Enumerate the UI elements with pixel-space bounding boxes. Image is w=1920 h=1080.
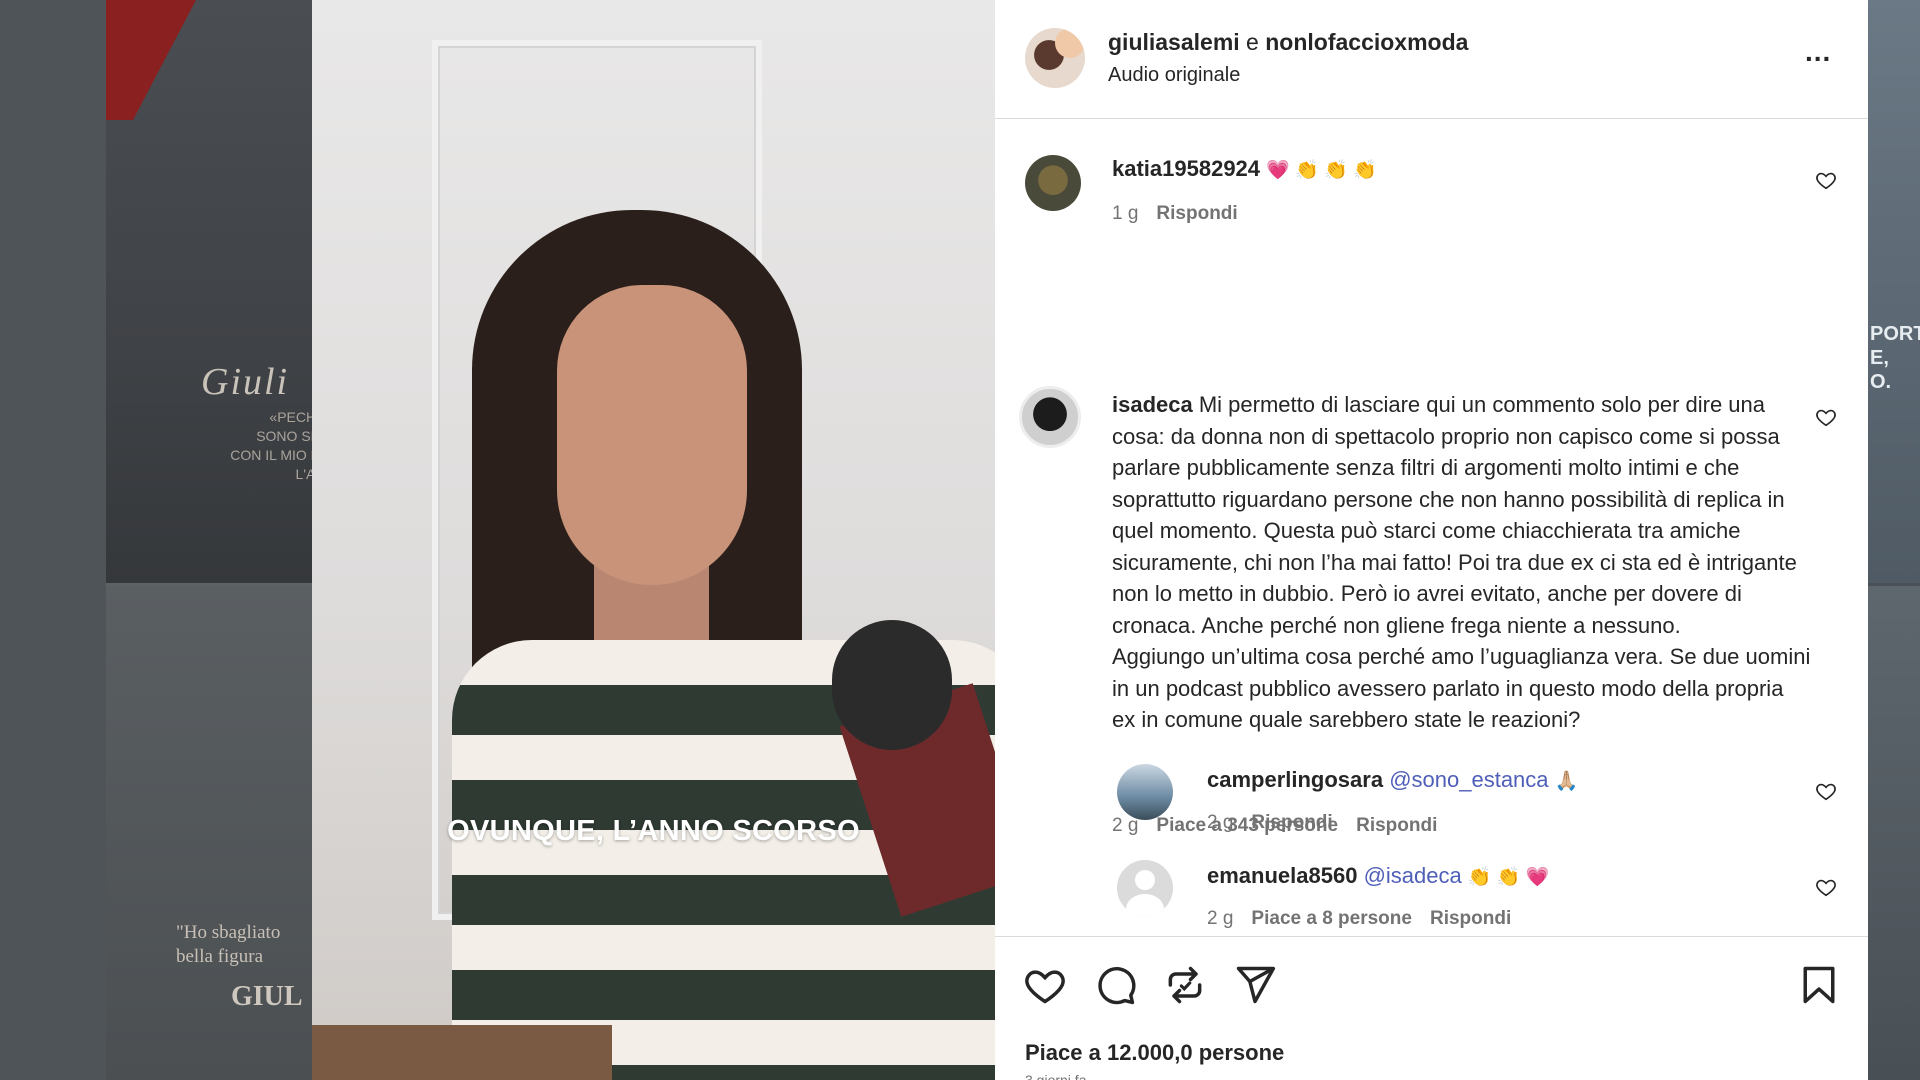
commenter-avatar[interactable] — [1117, 764, 1173, 820]
background-tile-name: GIUL — [231, 981, 303, 1012]
comment-text-continued: Aggiungo un’ultima cosa perché amo l’ugu… — [1112, 644, 1811, 732]
author-joiner: e — [1239, 29, 1266, 55]
background-red-shape — [106, 0, 196, 120]
comment-meta: 2 g Piace a 8 persone Rispondi — [1207, 908, 1529, 930]
commenter-username[interactable]: camperlingosara — [1207, 767, 1383, 792]
reply-button[interactable]: Rispondi — [1156, 203, 1237, 224]
comment-likes[interactable]: Piace a 8 persone — [1251, 908, 1412, 929]
video-book — [312, 1025, 612, 1080]
comment-mention[interactable]: @sono_estanca — [1389, 767, 1548, 792]
video-caption: OVUNQUE, L’ANNO SCORSO — [447, 815, 860, 847]
background-tile-text: «PECHINO SONO SEMP CON IL MIO POD L'ANIM — [230, 409, 312, 482]
comment-emoji: 🙏🏼 — [1554, 771, 1579, 792]
comment-meta: 1 g Rispondi — [1112, 203, 1256, 225]
background-tile-quote: "Ho sbagliato bella figura — [176, 922, 281, 967]
background-right-tile — [1868, 0, 1920, 583]
post-header: giuliasalemi e nonlofaccioxmoda Audio or… — [995, 0, 1868, 119]
commenter-avatar[interactable] — [1019, 386, 1081, 448]
bookmark-icon[interactable] — [1797, 963, 1841, 1007]
background-tile-title: Giuli — [201, 361, 290, 403]
audio-label[interactable]: Audio originale — [1108, 64, 1240, 87]
heart-icon[interactable] — [1023, 963, 1067, 1007]
post-authors: giuliasalemi e nonlofaccioxmoda — [1108, 29, 1468, 56]
reply-button[interactable]: Rispondi — [1430, 908, 1511, 929]
comment-time[interactable]: 1 g — [1112, 203, 1138, 224]
repost-icon[interactable] — [1163, 963, 1207, 1007]
comment-heart-icon[interactable] — [1815, 780, 1837, 802]
coauthor-avatar-badge — [1055, 28, 1085, 58]
comment-heart-icon[interactable] — [1815, 406, 1837, 428]
background-post-tile[interactable]: "Ho sbagliato bella figura GIUL — [106, 586, 312, 1080]
comment-icon[interactable] — [1093, 963, 1137, 1007]
background-feed-left — [0, 0, 106, 1080]
background-right-text: PORT E, O. — [1870, 323, 1920, 393]
commenter-avatar[interactable] — [1025, 155, 1081, 211]
comment-body: camperlingosara @sono_estanca 🙏🏼 — [1207, 764, 1578, 798]
commenter-username[interactable]: emanuela8560 — [1207, 863, 1357, 888]
comment-time[interactable]: 2 g — [1207, 908, 1233, 929]
background-post-tile[interactable]: Giuli «PECHINO SONO SEMP CON IL MIO POD … — [106, 0, 312, 583]
comment-body: emanuela8560 @isadeca 👏 👏 💗 — [1207, 860, 1549, 894]
comment-mention[interactable]: @isadeca — [1364, 863, 1462, 888]
video-person-face — [557, 285, 747, 585]
comment-meta: 2 g Rispondi — [1207, 812, 1351, 834]
comment-body: isadeca Mi permetto di lasciare qui un c… — [1112, 389, 1812, 736]
author-avatar[interactable] — [1025, 28, 1085, 88]
post-side-panel: giuliasalemi e nonlofaccioxmoda Audio or… — [995, 0, 1868, 1080]
share-icon[interactable] — [1233, 963, 1277, 1007]
post-actions-bar: Piace a 12.000,0 persone 3 giorni fa — [995, 936, 1868, 1080]
more-options-button[interactable]: ... — [1805, 38, 1831, 66]
comment-heart-icon[interactable] — [1815, 169, 1837, 191]
comment-text: Mi permetto di lasciare qui un commento … — [1112, 392, 1797, 638]
background-right-tile — [1868, 586, 1920, 1080]
comment-emoji: 💗 👏 👏 👏 — [1266, 160, 1377, 181]
post-date: 3 giorni fa — [1025, 1072, 1087, 1080]
author-username[interactable]: giuliasalemi — [1108, 29, 1240, 55]
commenter-username[interactable]: katia19582924 — [1112, 156, 1260, 181]
background-feed-right[interactable]: PORT E, O. — [1868, 0, 1920, 1080]
reply-button[interactable]: Rispondi — [1356, 815, 1437, 836]
reel-video[interactable]: OVUNQUE, L’ANNO SCORSO — [312, 0, 995, 1080]
reply-button[interactable]: Rispondi — [1251, 812, 1332, 833]
post-likes-count[interactable]: Piace a 12.000,0 persone — [1025, 1040, 1284, 1066]
comment-emoji: 👏 👏 💗 — [1467, 867, 1550, 888]
comment-heart-icon[interactable] — [1815, 876, 1837, 898]
coauthor-username[interactable]: nonlofaccioxmoda — [1265, 29, 1468, 55]
comments-list[interactable]: katia19582924 💗 👏 👏 👏 1 g Rispondi isadec… — [995, 120, 1868, 936]
comment-body: katia19582924 💗 👏 👏 👏 — [1112, 153, 1377, 187]
video-microphone — [832, 620, 952, 750]
comment-time[interactable]: 2 g — [1207, 812, 1233, 833]
commenter-username[interactable]: isadeca — [1112, 392, 1193, 417]
default-avatar-icon[interactable] — [1117, 860, 1173, 916]
